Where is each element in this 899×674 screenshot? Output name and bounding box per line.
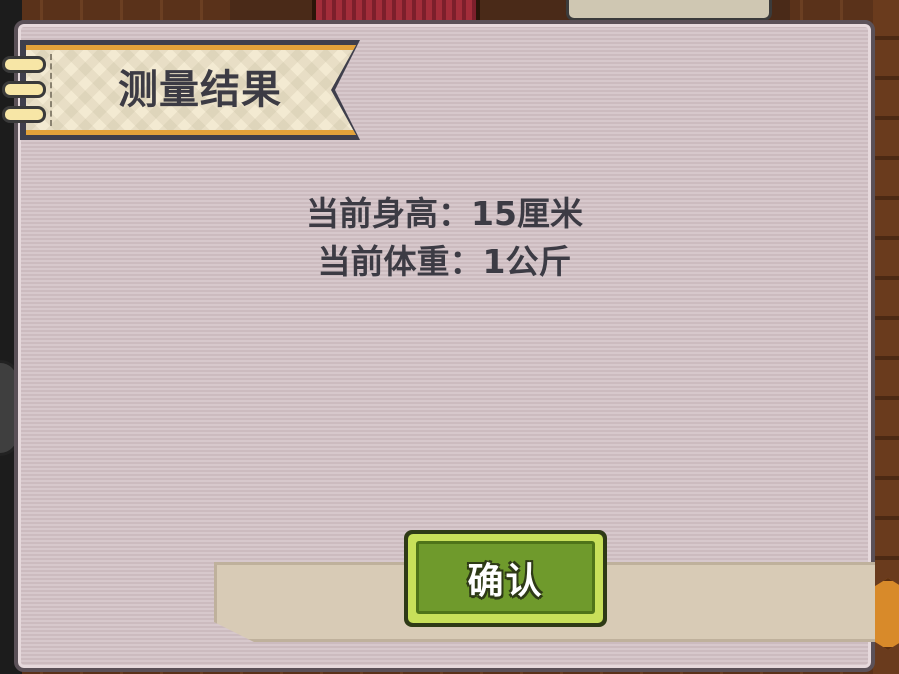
- background-rug: [312, 0, 480, 22]
- height-value: 15厘米: [471, 194, 583, 233]
- title-banner: 测量结果: [2, 40, 380, 140]
- weight-label: 当前体重: [317, 242, 450, 281]
- weight-separator: ：: [449, 242, 483, 281]
- banner-stitch: [50, 54, 52, 126]
- background-pipe: [566, 0, 772, 21]
- notebook-rings-icon: [2, 56, 48, 126]
- dialog-title: 测量结果: [118, 67, 282, 113]
- height-result: 当前身高：15厘米: [14, 190, 875, 238]
- background-right-wall: [873, 0, 899, 674]
- height-label: 当前身高: [306, 194, 439, 233]
- weight-value: 1公斤: [482, 242, 572, 281]
- weight-result: 当前体重：1公斤: [14, 238, 875, 286]
- confirm-button-label: 确认: [467, 560, 544, 602]
- confirm-button-face: 确认: [416, 541, 595, 614]
- ring-icon: [2, 81, 46, 98]
- confirm-button-bevel: 确认: [408, 534, 603, 623]
- ring-icon: [2, 106, 46, 123]
- ring-icon: [2, 56, 46, 73]
- confirm-button[interactable]: 确认: [404, 530, 607, 627]
- height-separator: ：: [438, 194, 472, 233]
- measurement-results: 当前身高：15厘米 当前体重：1公斤: [14, 190, 875, 286]
